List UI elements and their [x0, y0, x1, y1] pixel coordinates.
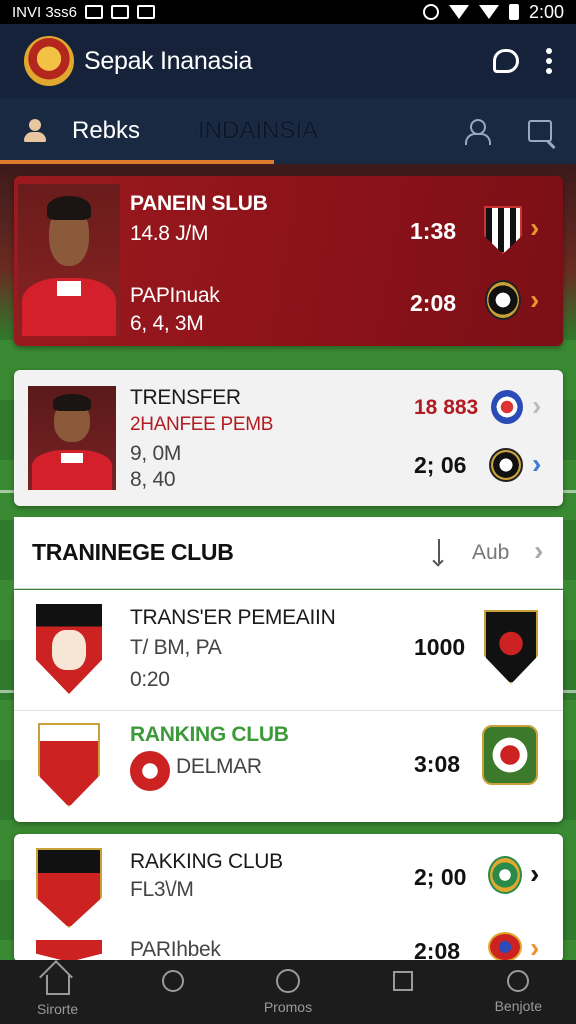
mail-icon — [85, 5, 104, 19]
nav-back[interactable] — [118, 970, 228, 1014]
section-header: TRANINEGE CLUB Aub › — [14, 517, 563, 589]
nav-label: Promos — [263, 999, 313, 1015]
list-item-line2: T/ BM, PA — [130, 636, 222, 659]
home-icon — [45, 975, 70, 995]
card-subtitle: 2HANFEE PEMB — [130, 414, 274, 435]
bottom-navigation: Sirorte Promos Benjote — [0, 960, 576, 1024]
app-title: Sepak Inanasia — [84, 46, 253, 75]
chevron-right-icon[interactable]: › — [532, 392, 541, 420]
list-item[interactable]: TRANS'ER PEMEAIIN T/ BM, PA 0:20 1000 — [14, 590, 563, 710]
download-icon — [137, 5, 156, 19]
card-line3: 9, 0M — [130, 442, 182, 465]
chevron-right-icon[interactable]: › — [534, 537, 543, 565]
nav-promos[interactable]: Promos — [233, 969, 343, 1015]
club-crest-icon — [484, 206, 522, 254]
list-item-score: 3:08 — [414, 751, 461, 777]
nav-recents[interactable] — [348, 971, 458, 1013]
card-title: RAKKING CLUB — [130, 850, 283, 873]
status-bar: INVI 3ss6 2:00 — [0, 0, 576, 24]
club-crest-icon — [36, 848, 102, 928]
nav-label: Benjote — [494, 998, 543, 1014]
status-time: 2:00 — [528, 1, 564, 22]
app-bar: Sepak Inanasia — [0, 24, 576, 98]
card-line3: PAPInuak — [130, 284, 220, 307]
nav-profile[interactable]: Benjote — [463, 970, 573, 1014]
score-1: 1:38 — [410, 218, 457, 244]
chevron-right-icon[interactable]: › — [530, 934, 539, 962]
card-title: PANEIN SLUB — [130, 192, 268, 215]
signal-icon — [478, 5, 499, 19]
club-crest-icon — [488, 932, 522, 962]
club-crest-icon — [488, 856, 522, 894]
list-item-title: RANKING CLUB — [130, 723, 289, 746]
tab-indicator — [0, 160, 274, 164]
ranking-card[interactable]: RAKKING CLUB FL3\/M PARIhbek 2; 00 2:08 … — [14, 834, 563, 964]
list-item-line3: 0:20 — [130, 668, 170, 691]
section-action[interactable]: Aub — [472, 541, 509, 565]
club-crest-icon — [491, 390, 523, 424]
card-line3: PARIhbek — [130, 938, 221, 961]
circle-home-icon — [275, 969, 300, 993]
profile-icon — [507, 970, 530, 992]
player-avatar — [52, 630, 86, 670]
club-crest-icon — [485, 280, 521, 320]
back-icon — [161, 970, 184, 992]
search-icon[interactable] — [528, 120, 552, 142]
player-photo — [28, 386, 116, 490]
club-badge-icon — [130, 751, 170, 791]
tab-rebks[interactable]: Rebks — [72, 117, 172, 145]
tab-bar: Rebks INDAINSIA — [0, 98, 576, 164]
featured-club-card[interactable]: PANEIN SLUB 14.8 J/M PAPInuak 6, 4, 3M 1… — [14, 176, 563, 346]
app-logo — [24, 36, 74, 86]
card-title: TRENSFER — [130, 386, 241, 409]
player-photo — [18, 184, 120, 336]
chat-icon — [493, 49, 519, 73]
score-1: 18 883 — [414, 396, 479, 419]
wifi-icon — [448, 5, 469, 19]
tab-indainsia[interactable]: INDAINSIA — [198, 117, 464, 145]
card-line4: 8, 40 — [130, 468, 176, 491]
score-2: 2; 06 — [414, 452, 467, 478]
more-dot-icon — [546, 58, 552, 64]
recents-icon — [393, 971, 414, 991]
chevron-right-icon[interactable]: › — [530, 286, 539, 314]
more-menu-button[interactable] — [546, 48, 552, 74]
list-item-score: 1000 — [414, 634, 466, 660]
person-icon — [24, 119, 46, 143]
card-subtitle: 14.8 J/M — [130, 222, 209, 245]
club-crest-icon — [38, 723, 100, 807]
chat-button[interactable] — [486, 41, 526, 81]
status-text: INVI 3ss6 — [12, 3, 78, 21]
list-item-title: TRANS'ER PEMEAIIN — [130, 606, 336, 629]
list-item-line2: DELMAR — [176, 755, 262, 778]
chevron-right-icon[interactable]: › — [532, 450, 541, 478]
message-icon — [111, 5, 130, 19]
more-dot-icon — [546, 48, 552, 54]
sort-down-icon[interactable] — [432, 539, 446, 567]
section-title: TRANINEGE CLUB — [32, 539, 234, 565]
club-crest-icon — [482, 725, 538, 785]
score-1: 2; 00 — [414, 864, 467, 890]
battery-icon — [508, 4, 519, 20]
card-line4: 6, 4, 3M — [130, 312, 204, 335]
club-crest-icon — [36, 940, 102, 962]
card-line2: FL3\/M — [130, 878, 194, 901]
chevron-right-icon[interactable]: › — [530, 214, 539, 242]
club-crest-icon — [484, 610, 538, 684]
chevron-right-icon[interactable]: › — [530, 860, 539, 888]
club-list: TRANS'ER PEMEAIIN T/ BM, PA 0:20 1000 RA… — [14, 590, 563, 822]
list-item[interactable]: RANKING CLUB DELMAR 3:08 — [14, 711, 563, 821]
alarm-icon — [422, 4, 439, 20]
nav-home[interactable]: Sirorte — [3, 967, 113, 1017]
transfer-card[interactable]: TRENSFER 2HANFEE PEMB 9, 0M 8, 40 18 883… — [14, 370, 563, 506]
score-2: 2:08 — [410, 290, 457, 316]
user-icon[interactable] — [464, 119, 491, 145]
club-crest-icon — [489, 448, 523, 482]
more-dot-icon — [546, 68, 552, 74]
nav-label: Sirorte — [36, 1001, 79, 1017]
